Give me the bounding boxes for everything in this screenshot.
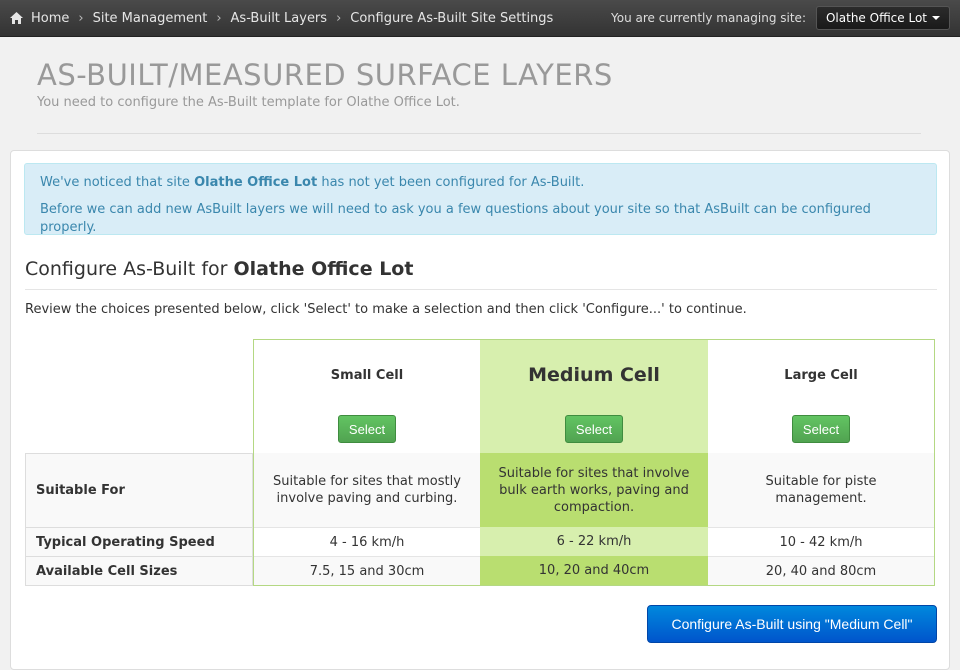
configuration-panel: We've noticed that site Olathe Office Lo… [10, 150, 950, 670]
chevron-right-icon: › [336, 10, 342, 26]
instructions-text: Review the choices presented below, clic… [25, 302, 747, 317]
breadcrumb: Home › Site Management › As-Built Layers… [0, 11, 553, 26]
breadcrumb-home-link[interactable]: Home [31, 11, 69, 26]
chevron-right-icon: › [216, 10, 222, 26]
alert-line-2: Before we can add new AsBuilt layers we … [40, 202, 871, 235]
breadcrumb-site-management-link[interactable]: Site Management [93, 11, 208, 26]
row-label-suitable-for: Suitable For [36, 482, 125, 498]
small-cell-suitable-for: Suitable for sites that mostly involve p… [254, 453, 480, 527]
configure-heading: Configure As-Built for Olathe Office Lot [25, 258, 414, 280]
option-small-cell-header: Small Cell Select [254, 340, 480, 453]
medium-cell-suitable-for: Suitable for sites that involve bulk ear… [480, 453, 708, 527]
option-name-small-cell: Small Cell [330, 367, 404, 383]
select-medium-cell-button[interactable]: Select [565, 415, 623, 443]
medium-cell-speed: 6 - 22 km/h [480, 527, 708, 556]
small-cell-speed: 4 - 16 km/h [254, 527, 480, 556]
breadcrumb-as-built-layers-link[interactable]: As-Built Layers [231, 11, 328, 26]
small-cell-sizes: 7.5, 15 and 30cm [254, 556, 480, 585]
large-cell-sizes: 20, 40 and 80cm [708, 556, 934, 585]
home-icon [10, 12, 23, 24]
breadcrumb-current-page: Configure As-Built Site Settings [350, 10, 554, 26]
header-divider [37, 133, 921, 134]
option-medium-cell-header: Medium Cell Select [480, 340, 708, 453]
page-title: AS-BUILT/MEASURED SURFACE LAYERS [37, 58, 613, 92]
site-selector-dropdown[interactable]: Olathe Office Lot [815, 6, 950, 30]
info-alert: We've noticed that site Olathe Office Lo… [24, 163, 937, 235]
large-cell-speed: 10 - 42 km/h [708, 527, 934, 556]
select-small-cell-button[interactable]: Select [338, 415, 396, 443]
row-label-speed: Typical Operating Speed [25, 527, 253, 556]
page-subtitle: You need to configure the As-Built templ… [37, 95, 460, 110]
alert-line-1: We've noticed that site Olathe Office Lo… [40, 175, 585, 190]
chevron-right-icon: › [78, 10, 84, 26]
large-cell-suitable-for: Suitable for piste management. [708, 453, 934, 527]
medium-cell-sizes: 10, 20 and 40cm [480, 556, 708, 585]
managing-site-label: You are currently managing site: [611, 11, 806, 25]
configure-as-built-button[interactable]: Configure As-Built using "Medium Cell" [647, 605, 937, 643]
top-nav-bar: Home › Site Management › As-Built Layers… [0, 0, 960, 37]
site-selector-value: Olathe Office Lot [825, 11, 927, 25]
option-large-cell-header: Large Cell Select [708, 340, 934, 453]
alert-site-name: Olathe Office Lot [194, 175, 318, 190]
configure-divider [25, 289, 937, 290]
configure-heading-site: Olathe Office Lot [233, 258, 414, 280]
option-name-large-cell: Large Cell [784, 367, 858, 383]
cell-options-grid: Small Cell Select Medium Cell Select Lar… [25, 339, 937, 586]
select-large-cell-button[interactable]: Select [792, 415, 850, 443]
row-label-cell-sizes: Available Cell Sizes [25, 556, 253, 585]
option-name-medium-cell: Medium Cell [528, 364, 660, 386]
caret-down-icon [932, 16, 940, 20]
